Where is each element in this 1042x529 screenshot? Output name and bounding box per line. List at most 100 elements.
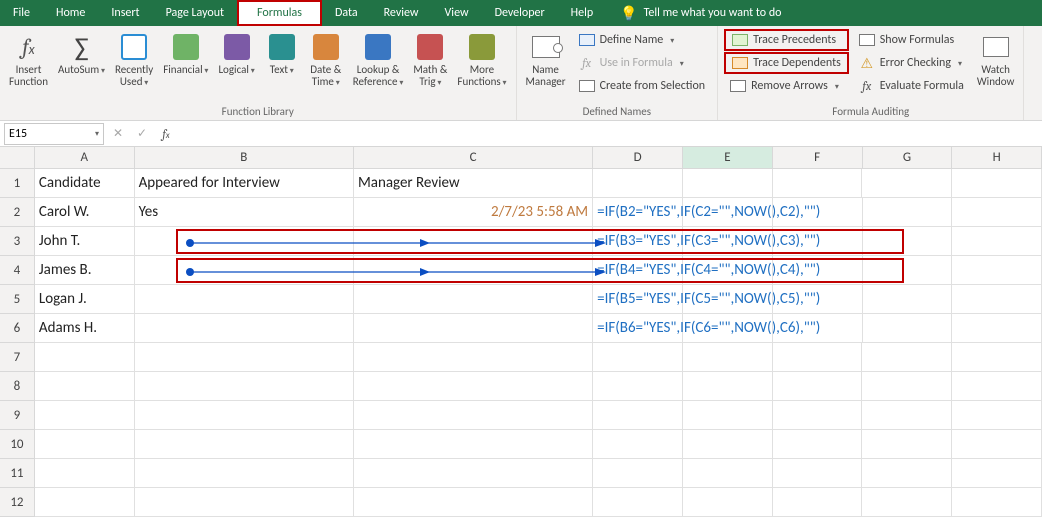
row-header[interactable]: 1 xyxy=(0,169,35,198)
cell[interactable] xyxy=(683,169,773,198)
cell[interactable]: Logan J. xyxy=(35,285,135,314)
cell[interactable] xyxy=(593,372,683,401)
trace-precedents-button[interactable]: Trace Precedents xyxy=(724,29,849,51)
cell[interactable]: Appeared for Interview xyxy=(135,169,354,198)
enter-formula-button[interactable]: ✓ xyxy=(130,123,154,145)
row-header[interactable]: 9 xyxy=(0,401,35,430)
cell[interactable] xyxy=(773,169,863,198)
tab-file[interactable]: File xyxy=(0,0,43,26)
cell[interactable] xyxy=(354,285,593,314)
insert-function-button[interactable]: fx Insert Function xyxy=(4,28,53,88)
cell[interactable] xyxy=(952,198,1042,227)
col-header-C[interactable]: C xyxy=(354,147,593,169)
cell[interactable] xyxy=(683,227,773,256)
cell[interactable] xyxy=(683,459,773,488)
cell[interactable] xyxy=(35,459,135,488)
evaluate-formula-button[interactable]: fx Evaluate Formula xyxy=(853,75,970,97)
cell[interactable] xyxy=(952,314,1042,343)
row-header[interactable]: 11 xyxy=(0,459,35,488)
cell[interactable] xyxy=(952,459,1042,488)
row-header[interactable]: 10 xyxy=(0,430,35,459)
cell[interactable]: John T. xyxy=(35,227,135,256)
col-header-H[interactable]: H xyxy=(952,147,1042,169)
cell[interactable] xyxy=(683,256,773,285)
cell[interactable] xyxy=(35,488,135,517)
more-functions-button[interactable]: More Functions xyxy=(452,28,511,89)
row-header[interactable]: 4 xyxy=(0,256,35,285)
cell[interactable] xyxy=(863,285,953,314)
cell[interactable]: James B. xyxy=(35,256,135,285)
cell[interactable] xyxy=(135,401,354,430)
tab-view[interactable]: View xyxy=(432,0,482,26)
row-header[interactable]: 8 xyxy=(0,372,35,401)
autosum-button[interactable]: ∑ AutoSum xyxy=(53,28,110,77)
cell[interactable] xyxy=(135,285,354,314)
cell[interactable] xyxy=(773,401,863,430)
cell[interactable] xyxy=(354,343,593,372)
cell[interactable] xyxy=(683,343,773,372)
cell[interactable] xyxy=(135,459,354,488)
cell[interactable] xyxy=(952,169,1042,198)
cell[interactable] xyxy=(952,488,1042,517)
cell[interactable] xyxy=(593,343,683,372)
row-header[interactable]: 7 xyxy=(0,343,35,372)
error-checking-button[interactable]: ⚠ Error Checking xyxy=(853,52,970,74)
cell[interactable] xyxy=(863,198,953,227)
cell[interactable] xyxy=(593,488,683,517)
col-header-F[interactable]: F xyxy=(773,147,863,169)
cell[interactable] xyxy=(863,314,953,343)
cell[interactable] xyxy=(952,256,1042,285)
name-box[interactable]: E15 ▾ xyxy=(4,123,104,145)
name-manager-button[interactable]: Name Manager xyxy=(521,28,571,88)
cell[interactable] xyxy=(862,372,952,401)
tab-help[interactable]: Help xyxy=(558,0,607,26)
tell-me-search[interactable]: 💡 Tell me what you want to do xyxy=(620,5,781,22)
cell[interactable] xyxy=(593,401,683,430)
cell[interactable] xyxy=(135,372,354,401)
math-trig-button[interactable]: Math & Trig xyxy=(408,28,452,89)
cell[interactable] xyxy=(773,227,863,256)
cell[interactable] xyxy=(683,430,773,459)
cell[interactable] xyxy=(773,372,863,401)
select-all-corner[interactable] xyxy=(0,147,35,169)
cell[interactable] xyxy=(773,459,863,488)
cell[interactable]: =IF(B2="YES",IF(C2="",NOW(),C2),"") xyxy=(593,198,683,227)
cell[interactable]: 2/7/23 5:58 AM xyxy=(354,198,593,227)
cell[interactable] xyxy=(683,314,773,343)
fx-button[interactable]: fx xyxy=(154,123,178,145)
cell[interactable] xyxy=(683,372,773,401)
cell[interactable] xyxy=(683,401,773,430)
cell[interactable] xyxy=(683,198,773,227)
cell[interactable] xyxy=(952,401,1042,430)
cell[interactable] xyxy=(862,430,952,459)
cell[interactable] xyxy=(354,314,593,343)
cell[interactable] xyxy=(35,372,135,401)
cell[interactable] xyxy=(952,430,1042,459)
cell[interactable]: Adams H. xyxy=(35,314,135,343)
cell[interactable] xyxy=(35,430,135,459)
row-header[interactable]: 3 xyxy=(0,227,35,256)
cell[interactable] xyxy=(683,285,773,314)
cell[interactable] xyxy=(952,285,1042,314)
cell[interactable] xyxy=(773,343,863,372)
cell[interactable] xyxy=(354,227,593,256)
watch-window-button[interactable]: Watch Window xyxy=(972,28,1020,88)
use-in-formula-button[interactable]: fx Use in Formula xyxy=(573,52,712,74)
cell[interactable] xyxy=(135,343,354,372)
tab-formulas[interactable]: Formulas xyxy=(237,0,322,26)
cell[interactable] xyxy=(135,256,354,285)
cell[interactable] xyxy=(773,430,863,459)
row-header[interactable]: 5 xyxy=(0,285,35,314)
cell[interactable] xyxy=(354,256,593,285)
cell[interactable]: =IF(B6="YES",IF(C6="",NOW(),C6),"") xyxy=(593,314,683,343)
cell[interactable] xyxy=(862,401,952,430)
tab-page-layout[interactable]: Page Layout xyxy=(153,0,237,26)
logical-button[interactable]: Logical xyxy=(213,28,259,77)
col-header-B[interactable]: B xyxy=(135,147,354,169)
col-header-D[interactable]: D xyxy=(593,147,683,169)
cancel-formula-button[interactable]: ✕ xyxy=(106,123,130,145)
cell[interactable] xyxy=(354,488,593,517)
row-header[interactable]: 6 xyxy=(0,314,35,343)
cell[interactable] xyxy=(35,343,135,372)
define-name-button[interactable]: Define Name xyxy=(573,29,712,51)
